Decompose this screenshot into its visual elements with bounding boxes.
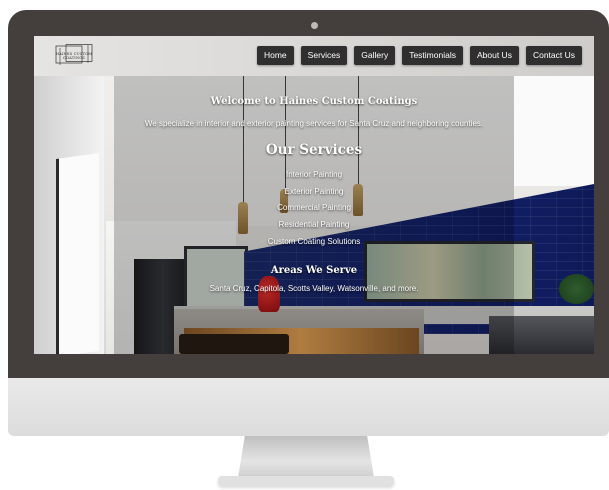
nav-gallery-button[interactable]: Gallery (354, 46, 396, 65)
monitor-stand-base (218, 476, 394, 486)
hero-tagline: We specialize in interior and exterior p… (144, 119, 484, 128)
logo-text: HAINES CUSTOM COATINGS (55, 52, 93, 60)
service-item: Interior Painting (285, 170, 343, 179)
hero-content: Welcome to Haines Custom Coatings We spe… (34, 96, 594, 293)
nav-testimonials-button[interactable]: Testimonials (402, 46, 463, 65)
website-screen: HAINES CUSTOM COATINGS Home Services Gal… (34, 36, 594, 354)
site-header: HAINES CUSTOM COATINGS Home Services Gal… (34, 36, 594, 76)
monitor-chin (8, 378, 609, 436)
service-item: Custom Coating Solutions (267, 236, 361, 246)
monitor-stand (238, 436, 374, 478)
nav-services-button[interactable]: Services (300, 46, 348, 65)
camera-dot (311, 22, 318, 29)
nav-about-button[interactable]: About Us (469, 46, 519, 65)
areas-text: Santa Cruz, Capitola, Scotts Valley, Wat… (209, 283, 419, 293)
main-nav: Home Services Gallery Testimonials About… (256, 46, 582, 65)
areas-heading: Areas We Serve (270, 264, 358, 276)
service-item: Commercial Painting (277, 203, 351, 213)
site-logo[interactable]: HAINES CUSTOM COATINGS (46, 44, 102, 66)
service-item: Residential Painting (278, 220, 350, 230)
services-heading: Our Services (265, 142, 363, 158)
service-item: Exterior Painting (284, 186, 344, 196)
welcome-heading: Welcome to Haines Custom Coatings (210, 96, 418, 107)
nav-home-button[interactable]: Home (256, 46, 294, 65)
nav-contact-button[interactable]: Contact Us (525, 46, 582, 65)
